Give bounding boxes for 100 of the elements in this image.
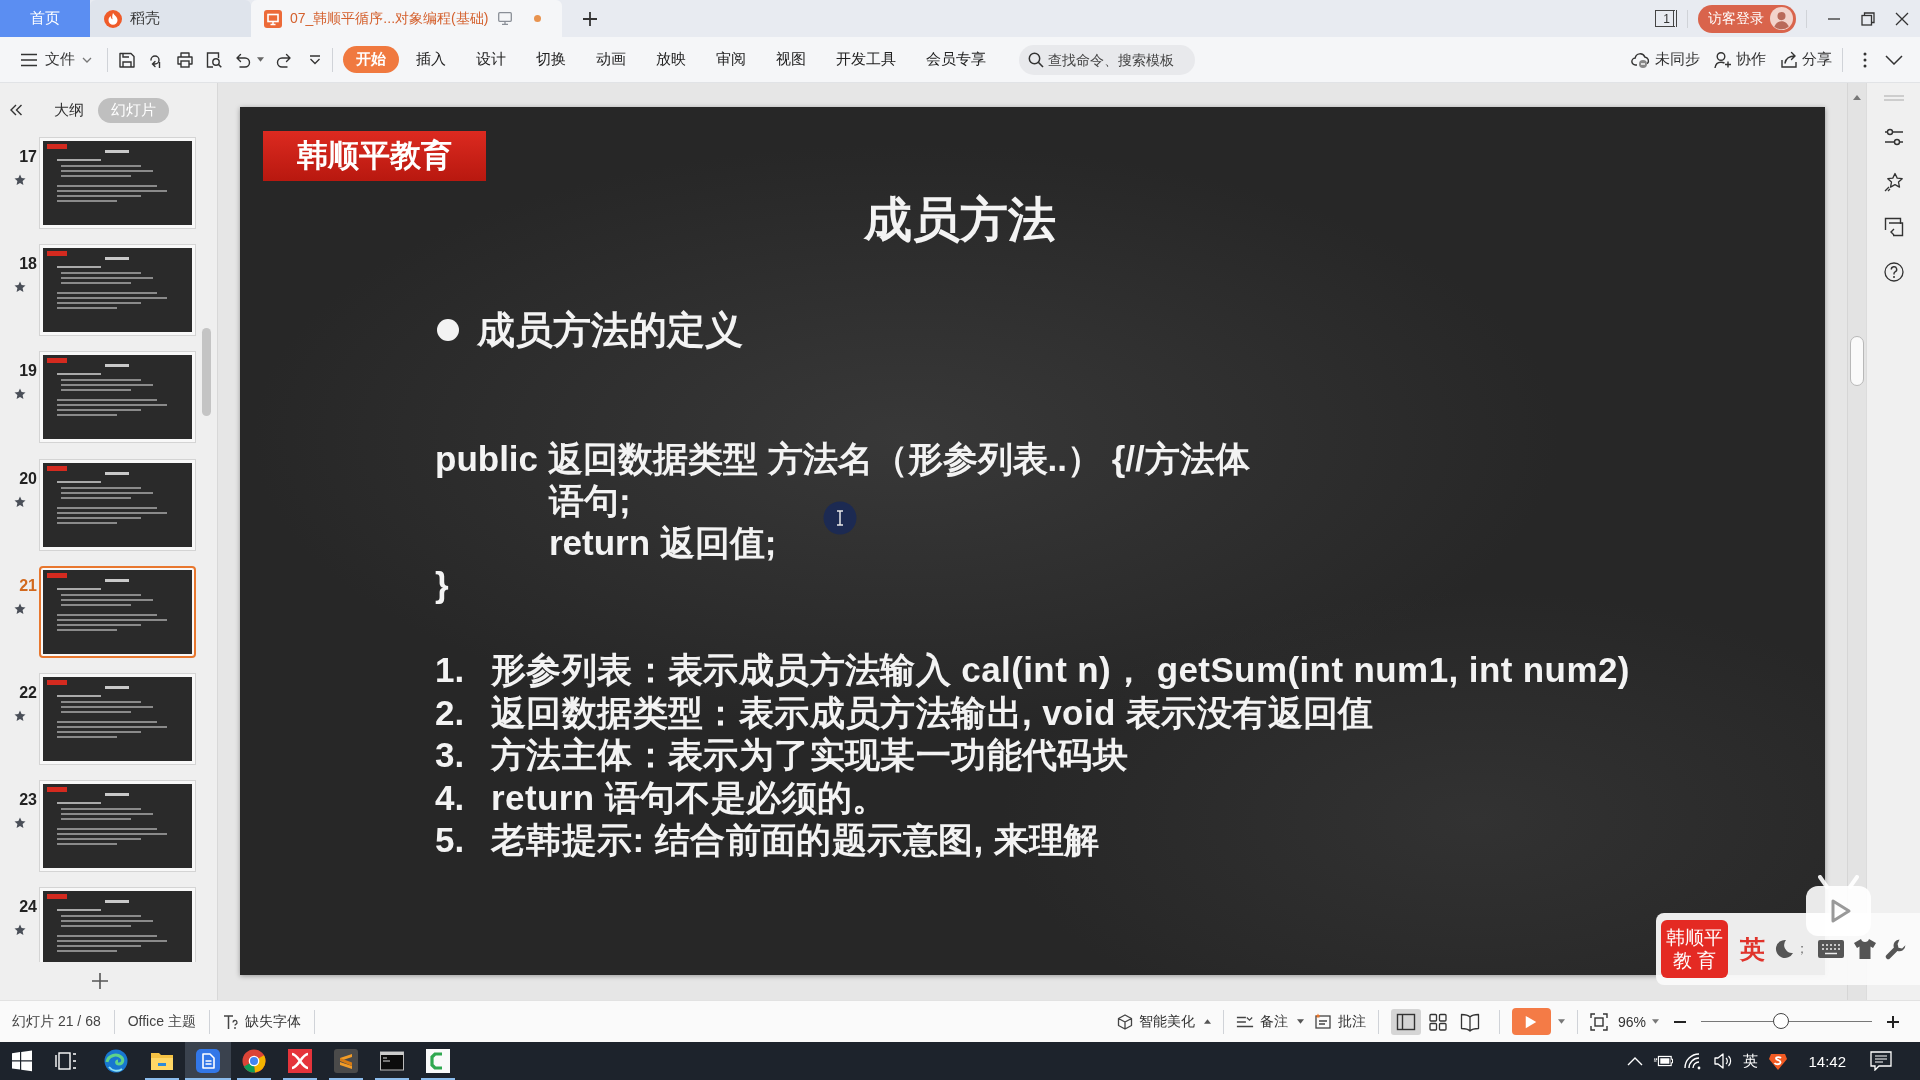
- slide-thumbnail[interactable]: [39, 351, 196, 444]
- zoom-dropdown[interactable]: 96%: [1617, 1013, 1659, 1030]
- shirt-icon[interactable]: [1853, 937, 1877, 961]
- slide-thumbnail[interactable]: [39, 458, 196, 551]
- ribbon-tab[interactable]: 会员专享: [913, 46, 999, 73]
- toolbar-action-button[interactable]: 分享: [1780, 50, 1832, 69]
- tv-play-icon[interactable]: [1805, 875, 1872, 937]
- scrollbar-thumb[interactable]: [1850, 336, 1864, 386]
- input-mode-text[interactable]: 英: [1740, 932, 1765, 966]
- cross-logo-icon: [288, 1049, 312, 1073]
- flame-icon: [104, 9, 122, 28]
- panel-tab[interactable]: 大纲: [41, 97, 97, 123]
- brand-label: 韩顺平教育: [263, 131, 486, 181]
- slide-switch-icon[interactable]: [1883, 217, 1904, 237]
- list-item-text: 形参列表：表示成员方法输入 cal(int n)， getSum(int num1, int num2): [491, 649, 1630, 691]
- code-line: 语句;: [549, 480, 631, 522]
- search-field[interactable]: 查找命令、搜索模板: [1019, 44, 1195, 75]
- ribbon-tab[interactable]: 审阅: [703, 46, 759, 73]
- slide-thumbnail[interactable]: [39, 244, 196, 337]
- customize-dropdown-icon[interactable]: [309, 54, 321, 65]
- chevron-down-icon[interactable]: [1885, 54, 1903, 65]
- code-line: return 返回值;: [549, 522, 777, 564]
- toolbar-action-button[interactable]: 未同步: [1631, 49, 1700, 70]
- scroll-up-arrow-icon[interactable]: [1853, 95, 1861, 100]
- theme-name[interactable]: Office 主题: [127, 1012, 196, 1031]
- plus-icon[interactable]: [1886, 1014, 1900, 1029]
- login-button[interactable]: 访客登录: [1698, 4, 1796, 33]
- search-icon: [1028, 51, 1044, 68]
- more-icon[interactable]: [1863, 51, 1867, 68]
- ribbon-tab[interactable]: 设计: [463, 46, 519, 73]
- list-item-text: 老韩提示: 结合前面的题示意图, 来理解: [491, 819, 1100, 861]
- terminal-icon: [380, 1049, 404, 1073]
- slide-thumbnail[interactable]: [39, 887, 196, 962]
- keyboard-icon[interactable]: [1817, 939, 1845, 959]
- notes-button[interactable]: 备注: [1235, 1012, 1304, 1031]
- slide-thumbnail[interactable]: [39, 780, 196, 873]
- toolbar-action-button[interactable]: 协作: [1714, 50, 1766, 69]
- notification-icon[interactable]: [1870, 1051, 1892, 1071]
- sparkle-star-icon[interactable]: [1883, 172, 1904, 192]
- ribbon-tab[interactable]: 视图: [763, 46, 819, 73]
- plus-icon[interactable]: [582, 10, 598, 27]
- font-warning-icon: [222, 1013, 239, 1030]
- beautify-button[interactable]: 智能美化: [1116, 1012, 1211, 1031]
- window-count-button[interactable]: 1: [1655, 10, 1677, 27]
- close-icon[interactable]: [1895, 11, 1909, 26]
- sliders-icon[interactable]: [1883, 127, 1904, 147]
- taskbar-button[interactable]: [185, 1042, 231, 1080]
- slide-thumbnail[interactable]: [39, 672, 196, 765]
- slide-counter: 幻灯片 21 / 68: [12, 1012, 101, 1031]
- save-icon[interactable]: [118, 50, 136, 69]
- start-icon[interactable]: [11, 1050, 33, 1072]
- slide-file-icon: [264, 9, 282, 28]
- tab[interactable]: 稻壳: [90, 0, 251, 37]
- list-item-text: return 语句不是必须的。: [491, 776, 888, 819]
- slide-thumbnail[interactable]: [39, 137, 196, 229]
- slide-number: 22: [19, 683, 37, 702]
- logo-badge[interactable]: 韩顺平 教 育: [1661, 920, 1728, 978]
- task-view-icon[interactable]: [55, 1050, 77, 1072]
- print-preview-icon[interactable]: [205, 50, 223, 69]
- list-number: 4.: [435, 776, 466, 819]
- caret-down-icon: [1296, 1019, 1304, 1024]
- ribbon-tab[interactable]: 切换: [523, 46, 579, 73]
- list-number: 5.: [435, 819, 466, 861]
- drag-handle-icon[interactable]: [1883, 95, 1904, 101]
- slideshow-play-button[interactable]: [1511, 1008, 1551, 1035]
- fit-screen-icon[interactable]: [1589, 1012, 1608, 1031]
- ribbon-tab[interactable]: 动画: [583, 46, 639, 73]
- restore-icon[interactable]: [1861, 11, 1875, 26]
- wrench-icon[interactable]: [1885, 938, 1907, 960]
- caret-down-icon[interactable]: [257, 57, 264, 62]
- slide-thumbnail[interactable]: [39, 565, 196, 658]
- comment-icon: [1313, 1012, 1332, 1031]
- monitor-icon[interactable]: [498, 12, 513, 25]
- missing-fonts-button[interactable]: 缺失字体: [222, 1012, 301, 1031]
- striped-tile-icon: [334, 1049, 358, 1073]
- ime-logo-icon[interactable]: [1768, 1051, 1789, 1071]
- logo-text: 教 育: [1672, 949, 1717, 972]
- speaker-icon[interactable]: [1713, 1051, 1734, 1071]
- slide-number: 21: [19, 576, 37, 595]
- moon-icon[interactable]: [1773, 938, 1795, 960]
- slide-title: 成员方法: [864, 192, 1056, 248]
- slide-number: 23: [19, 791, 37, 810]
- file-menu-button[interactable]: 文件: [16, 46, 96, 73]
- zoom-slider-thumb[interactable]: [1773, 1013, 1790, 1029]
- slide-number: 24: [19, 898, 37, 917]
- caret-down-icon[interactable]: [1557, 1019, 1565, 1024]
- normal-view-icon[interactable]: [1390, 1008, 1421, 1035]
- scrollbar-thumb[interactable]: [202, 328, 211, 416]
- clock[interactable]: 14:42: [1808, 1052, 1846, 1070]
- punctuation-mode-text[interactable]: ；: [1795, 940, 1809, 958]
- print-icon[interactable]: [176, 50, 194, 69]
- help-icon[interactable]: [1883, 262, 1904, 282]
- collapse-icon[interactable]: [9, 103, 23, 117]
- ribbon-tab[interactable]: 插入: [403, 46, 459, 73]
- ribbon-tab[interactable]: 放映: [643, 46, 699, 73]
- ribbon-tab[interactable]: 开发工具: [823, 46, 909, 73]
- input-language-indicator[interactable]: 英: [1743, 1051, 1759, 1071]
- caret-down-icon: [1652, 1019, 1659, 1024]
- comments-button[interactable]: 批注: [1313, 1012, 1366, 1031]
- tab[interactable]: 07_韩顺平循序...对象编程(基础): [251, 0, 562, 37]
